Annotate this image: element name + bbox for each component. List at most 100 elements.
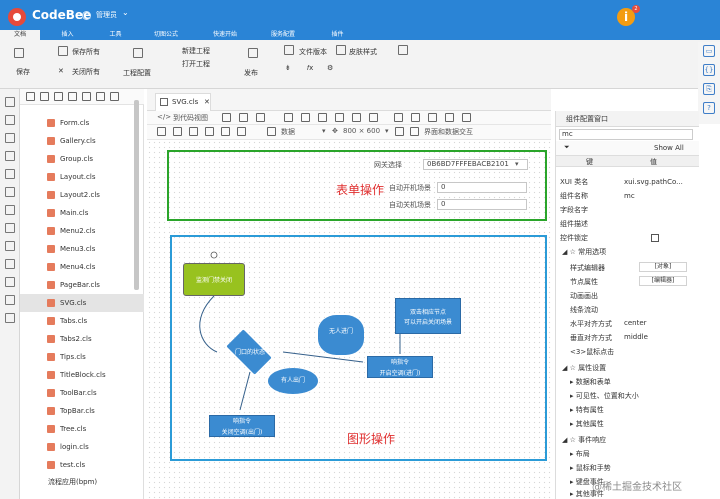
tree-item-topbar[interactable]: TopBar.cls xyxy=(20,402,144,420)
sub-data-form[interactable]: ▸ 数据和表单 xyxy=(570,377,611,387)
refresh-icon[interactable] xyxy=(256,113,265,122)
chevron-down-icon[interactable]: ▾ xyxy=(385,127,389,135)
align-right-icon[interactable] xyxy=(445,113,454,122)
folder-icon[interactable] xyxy=(82,92,91,101)
user-icon[interactable] xyxy=(82,11,91,20)
section-events[interactable]: ◢ ☆ 事件响应 xyxy=(562,435,606,445)
sub-visibility[interactable]: ▸ 可见性、位置和大小 xyxy=(570,391,639,401)
tree-item-main[interactable]: Main.cls xyxy=(20,204,144,222)
size-dropdown[interactable]: 800 × 600 xyxy=(343,127,380,135)
prop-row-field[interactable]: 字段名字 xyxy=(556,203,699,217)
tree-item-svg[interactable]: SVG.cls xyxy=(20,294,144,312)
interaction-button[interactable]: 界面和数据交互 xyxy=(424,127,473,137)
tree-item-layout[interactable]: Layout.cls xyxy=(20,168,144,186)
collapse-icon[interactable] xyxy=(40,92,49,101)
settings-icon[interactable]: ⚙ xyxy=(327,64,333,72)
undo-icon[interactable] xyxy=(222,113,231,122)
process-node-open[interactable]: 响指令 开启空调(进门) xyxy=(367,356,433,378)
tree-item-gallery[interactable]: Gallery.cls xyxy=(20,132,144,150)
bubble-someone-out[interactable]: 有人出门 xyxy=(268,368,318,394)
project-config-icon[interactable] xyxy=(133,48,143,58)
lock-icon[interactable] xyxy=(205,127,214,136)
prop-row-lock[interactable]: 控件锁定 xyxy=(556,231,699,245)
close-all-button[interactable]: 关闭所有 xyxy=(72,67,100,77)
save-icon[interactable] xyxy=(14,48,24,58)
tab-quickstart[interactable]: 快速开始 xyxy=(205,30,245,40)
new-file-icon[interactable] xyxy=(54,92,63,101)
panel-icon-2[interactable] xyxy=(5,115,15,125)
panel-icon-6[interactable] xyxy=(5,187,15,197)
tab-formula[interactable]: 切图公式 xyxy=(146,30,186,40)
tree-scrollbar-thumb[interactable] xyxy=(134,100,139,290)
panel-icon-7[interactable] xyxy=(5,205,15,215)
lock-checkbox[interactable] xyxy=(651,234,659,242)
device-icon[interactable] xyxy=(395,127,404,136)
redo-icon[interactable] xyxy=(239,113,248,122)
copy-icon[interactable]: ⎘ xyxy=(703,83,715,95)
save-all-button[interactable]: 保存所有 xyxy=(72,47,100,57)
sub-other[interactable]: ▸ 其他属性 xyxy=(570,419,604,429)
fx-icon[interactable]: 𝑓x xyxy=(307,64,313,73)
grid-icon[interactable] xyxy=(394,113,403,122)
gateway-select[interactable]: 0B6BD7FFFEBACB2101 xyxy=(423,159,528,170)
language-icon[interactable] xyxy=(398,45,408,55)
panel-icon-5[interactable] xyxy=(5,169,15,179)
panel-icon-4[interactable] xyxy=(5,151,15,161)
panel-icon-9[interactable] xyxy=(5,241,15,251)
close-icon[interactable] xyxy=(369,113,378,122)
data-icon[interactable] xyxy=(267,127,276,136)
save-button[interactable]: 保存 xyxy=(16,67,30,77)
bubble-nobody-in[interactable]: 无人进门 xyxy=(318,315,364,355)
new-icon[interactable] xyxy=(284,113,293,122)
sub-mouse-hand[interactable]: ▸ 鼠标和手势 xyxy=(570,463,611,473)
publish-icon[interactable] xyxy=(248,48,258,58)
save-all-icon[interactable] xyxy=(58,46,68,56)
layer-icon[interactable] xyxy=(189,127,198,136)
chevron-down-icon[interactable]: ▾ xyxy=(515,160,519,168)
tree-item-test[interactable]: test.cls xyxy=(20,456,144,474)
publish-button[interactable]: 发布 xyxy=(244,68,258,78)
tree-item-tabs2[interactable]: Tabs2.cls xyxy=(20,330,144,348)
tree-item-pagebar[interactable]: PageBar.cls xyxy=(20,276,144,294)
prop-row-class[interactable]: XUI 类名 xui.svg.pathCo... xyxy=(556,175,699,189)
paste-icon[interactable] xyxy=(318,113,327,122)
tab-document[interactable]: 文档 xyxy=(0,30,40,40)
tree-item-menu4[interactable]: Menu4.cls xyxy=(20,258,144,276)
move-icon[interactable]: ✥ xyxy=(332,127,338,135)
file-version-button[interactable]: 文件版本 xyxy=(299,47,327,57)
node-props-button[interactable]: [编辑器] xyxy=(639,276,687,286)
new-project-button[interactable]: 新建工程 xyxy=(182,46,210,56)
panel-icon-12[interactable] xyxy=(5,295,15,305)
tab-service[interactable]: 服务配置 xyxy=(263,30,303,40)
panel-icon-8[interactable] xyxy=(5,223,15,233)
panel-icon-3[interactable] xyxy=(5,133,15,143)
close-icon[interactable]: ✕ xyxy=(58,67,64,75)
interact-icon[interactable] xyxy=(410,127,419,136)
v-align-value[interactable]: middle xyxy=(624,333,648,341)
chevron-down-icon[interactable]: ⌄ xyxy=(122,8,129,17)
panel-icon-11[interactable] xyxy=(5,277,15,287)
tab-tools[interactable]: 工具 xyxy=(98,30,133,40)
tree-item-tree[interactable]: Tree.cls xyxy=(20,420,144,438)
add-icon[interactable] xyxy=(68,92,77,101)
brace-icon[interactable]: {} xyxy=(703,64,715,76)
cut-icon[interactable] xyxy=(352,113,361,122)
section-common[interactable]: ◢ ☆ 常用选项 xyxy=(562,247,606,257)
start-node[interactable]: 监测门禁关闭 xyxy=(183,263,245,296)
tree-item-menu3[interactable]: Menu3.cls xyxy=(20,240,144,258)
sub-special[interactable]: ▸ 特有属性 xyxy=(570,405,604,415)
draw-icon[interactable] xyxy=(157,127,166,136)
group-icon[interactable] xyxy=(221,127,230,136)
copy-icon[interactable] xyxy=(301,113,310,122)
upload-icon[interactable] xyxy=(110,92,119,101)
close-icon[interactable]: ✕ xyxy=(204,94,210,110)
tree-folder-bpm[interactable]: 流程应用(bpm) xyxy=(48,477,97,487)
process-node-close[interactable]: 响指令 关闭空调(出门) xyxy=(209,415,275,437)
tree-item-form[interactable]: Form.cls xyxy=(20,114,144,132)
prop-row-desc[interactable]: 组件描述 xyxy=(556,217,699,231)
auto-off-input[interactable]: 0 xyxy=(437,199,527,210)
to-code-view-button[interactable]: 到代码视图 xyxy=(173,113,208,123)
style-editor-button[interactable]: [对象] xyxy=(639,262,687,272)
tree-item-titleblock[interactable]: TitleBlock.cls xyxy=(20,366,144,384)
distribute-icon[interactable] xyxy=(462,113,471,122)
